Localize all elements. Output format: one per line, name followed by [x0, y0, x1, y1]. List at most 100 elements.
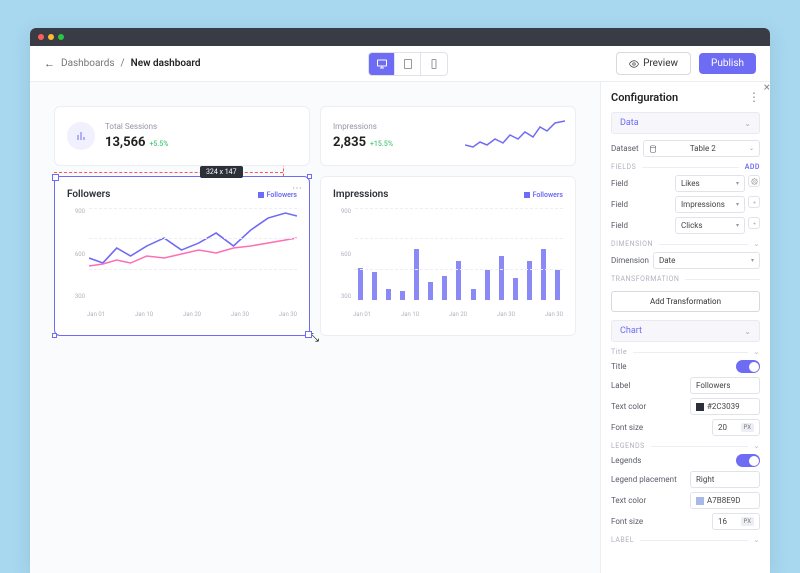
legend-color-input[interactable]: A7B8E9D — [690, 492, 760, 509]
stat-label: Total Sessions — [105, 122, 168, 131]
device-tablet-button[interactable] — [395, 53, 421, 75]
label-label: Label — [611, 381, 630, 390]
window-min-dot[interactable] — [48, 34, 54, 40]
bar-plot — [355, 208, 563, 300]
legends-head: LEGENDS — [611, 442, 645, 450]
chart-section-toggle[interactable]: Chart⌄ — [611, 320, 760, 342]
chevron-down-icon: ⌄ — [744, 119, 751, 128]
title-toggle[interactable] — [736, 360, 760, 373]
resize-handle[interactable] — [52, 333, 57, 338]
title-toggle-label: Title — [611, 362, 627, 371]
x-axis: Jan 01Jan 10Jan 20Jan 30Jan 30 — [353, 311, 563, 318]
fields-head: FIELDS — [611, 163, 636, 171]
data-section-toggle[interactable]: Data⌄ — [611, 112, 760, 134]
field-label: Field — [611, 221, 628, 230]
fontsize-label: Font size — [611, 517, 643, 526]
widgets-grid: Total Sessions 13,566 +5.5% Impressions 2… — [54, 106, 576, 336]
sparkline-chart — [465, 117, 565, 157]
content-area: 324 x 147 Total Sessions 13,566 +5.5% Imp… — [30, 82, 770, 573]
window-close-dot[interactable] — [38, 34, 44, 40]
legends-toggle-label: Legends — [611, 456, 641, 465]
field-select-clicks[interactable]: Clicks▾ — [675, 217, 745, 234]
transformation-head: TRANSFORMATION — [611, 275, 679, 283]
chevron-down-icon: ⌄ — [754, 442, 760, 450]
window-titlebar — [30, 28, 770, 46]
stat-label: Impressions — [333, 122, 393, 131]
panel-close-icon[interactable]: × — [764, 82, 770, 94]
breadcrumb-parent[interactable]: Dashboards — [61, 58, 115, 69]
field-settings-icon[interactable] — [748, 175, 760, 187]
field-label: Field — [611, 179, 628, 188]
dimension-head: DIMENSION — [611, 240, 653, 248]
legend-item: Followers — [524, 191, 563, 199]
field-select-likes[interactable]: Likes▾ — [675, 175, 745, 192]
legend-placement-label: Legend placement — [611, 475, 677, 484]
field-settings-icon[interactable] — [748, 196, 760, 208]
topbar-actions: Preview Publish — [616, 52, 756, 75]
alignment-guide-h — [54, 172, 283, 173]
eye-icon — [629, 59, 639, 69]
bar-chart-icon — [75, 130, 87, 142]
stat-delta: +15.5% — [370, 140, 393, 148]
device-mobile-button[interactable] — [421, 53, 447, 75]
breadcrumb: ← Dashboards / New dashboard — [44, 57, 201, 70]
chart-title: Impressions — [333, 189, 388, 200]
chevron-down-icon: ⌄ — [754, 240, 760, 248]
legend-placement-input[interactable]: Right — [690, 471, 760, 488]
resize-cursor-icon: ⤡ — [309, 330, 319, 345]
chart-body: 900600300 — [333, 208, 563, 318]
textcolor-label: Text color — [611, 496, 646, 505]
chevron-down-icon: ⌄ — [754, 536, 760, 544]
chart-body: 900600300 Jan 01Jan 10Jan 20Jan 30Jan 30 — [67, 208, 297, 318]
tablet-icon — [402, 58, 414, 70]
window-max-dot[interactable] — [58, 34, 64, 40]
widget-followers-chart[interactable]: ⋯ Followers Followers 900600300 — [54, 176, 310, 336]
device-switch — [368, 52, 448, 76]
label-input[interactable]: Followers — [690, 377, 760, 394]
database-icon — [649, 145, 657, 153]
textcolor-label: Text color — [611, 402, 646, 411]
panel-menu-icon[interactable]: ⋮ — [748, 90, 760, 104]
chevron-down-icon: ⌄ — [744, 327, 751, 336]
title-color-input[interactable]: #2C3039 — [690, 398, 760, 415]
widget-menu-icon[interactable]: ⋯ — [292, 183, 303, 194]
y-axis: 900600300 — [333, 208, 351, 300]
field-label: Field — [611, 200, 628, 209]
widget-total-sessions[interactable]: Total Sessions 13,566 +5.5% — [54, 106, 310, 166]
back-arrow-icon[interactable]: ← — [44, 57, 55, 70]
panel-title: Configuration — [611, 91, 678, 104]
fontsize-label: Font size — [611, 423, 643, 432]
field-settings-icon[interactable] — [748, 217, 760, 229]
legends-toggle[interactable] — [736, 454, 760, 467]
app-window: ← Dashboards / New dashboard Preview Pub… — [30, 28, 770, 573]
resize-handle[interactable] — [307, 174, 312, 179]
dimension-label: Dimension — [611, 256, 649, 265]
stat-delta: +5.5% — [150, 140, 169, 148]
dashboard-canvas[interactable]: 324 x 147 Total Sessions 13,566 +5.5% Imp… — [30, 82, 600, 573]
stat-value: 13,566 — [105, 135, 146, 150]
line-plot — [89, 208, 297, 300]
x-axis: Jan 01Jan 10Jan 20Jan 30Jan 30 — [87, 311, 297, 318]
widget-impressions-stat[interactable]: Impressions 2,835+15.5% — [320, 106, 576, 166]
title-fontsize-input[interactable]: 20PX — [712, 419, 760, 436]
topbar: ← Dashboards / New dashboard Preview Pub… — [30, 46, 770, 82]
dataset-select[interactable]: Table 2⌄ — [643, 140, 760, 157]
field-select-impressions[interactable]: Impressions▾ — [675, 196, 745, 213]
dimension-select[interactable]: Date▾ — [653, 252, 760, 269]
size-badge: 324 x 147 — [200, 166, 243, 178]
device-desktop-button[interactable] — [369, 53, 395, 75]
add-field-link[interactable]: ADD — [745, 163, 760, 171]
add-transformation-button[interactable]: Add Transformation — [611, 291, 760, 312]
chevron-down-icon: ⌄ — [754, 348, 760, 356]
title-head: Title — [611, 348, 627, 356]
breadcrumb-current: New dashboard — [131, 58, 201, 69]
widget-impressions-chart[interactable]: Impressions Followers 900600300 — [320, 176, 576, 336]
y-axis: 900600300 — [67, 208, 85, 300]
publish-button[interactable]: Publish — [699, 53, 756, 74]
label-head: LABEL — [611, 536, 634, 544]
mobile-icon — [428, 58, 440, 70]
desktop-icon — [376, 58, 388, 70]
legend-fontsize-input[interactable]: 16PX — [712, 513, 760, 530]
preview-button[interactable]: Preview — [616, 52, 691, 75]
chart-title: Followers — [67, 189, 110, 200]
